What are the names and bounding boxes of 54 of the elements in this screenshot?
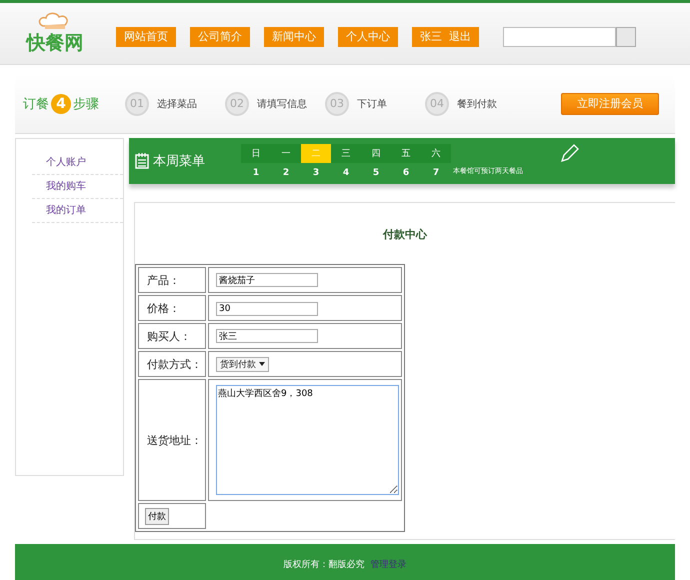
day-date: 1 — [252, 168, 260, 178]
search-field[interactable] — [503, 26, 616, 46]
nav-button[interactable]: 个人中心 — [338, 26, 398, 46]
search-button[interactable] — [616, 26, 636, 46]
step-label: 下订单 — [357, 98, 387, 110]
banner-title: 本周菜单 — [153, 153, 206, 170]
nav-button[interactable]: 张三 退出 — [412, 26, 479, 46]
day-tab[interactable]: 四 — [361, 144, 391, 163]
form-label: 产品： — [138, 267, 206, 293]
form-label: 送货地址： — [138, 379, 206, 501]
text-field[interactable]: 酱烧茄子 — [216, 273, 318, 288]
address-field[interactable]: 燕山大学西区舍9，308 — [216, 385, 399, 495]
text-field[interactable]: 张三 — [216, 329, 318, 344]
pencil-icon — [559, 144, 579, 164]
text-field[interactable]: 30 — [216, 302, 318, 316]
day-date: 4 — [342, 168, 350, 178]
day-tab[interactable]: 五 — [391, 144, 421, 163]
site-logo[interactable]: 快餐网 — [26, 30, 84, 56]
step-number: 01 — [125, 92, 149, 116]
sidebar-link[interactable]: 我的购车 — [32, 175, 123, 199]
notepad-icon — [135, 153, 149, 169]
step-number: 02 — [225, 92, 249, 116]
pay-button[interactable]: 付款 — [145, 508, 169, 524]
nav-button[interactable]: 公司简介 — [190, 26, 250, 46]
payment-title: 付款中心 — [382, 227, 428, 242]
copyright-text: 版权所有：翻版必究 — [284, 558, 364, 570]
step-label: 请填写信息 — [257, 98, 307, 110]
nav-button[interactable]: 网站首页 — [116, 26, 176, 46]
step-number: 04 — [425, 92, 449, 116]
payment-method-dropdown[interactable]: 货到付款 — [216, 356, 269, 372]
nav-button[interactable]: 新闻中心 — [264, 26, 324, 46]
step-label: 选择菜品 — [157, 98, 197, 110]
day-date: 2 — [282, 168, 290, 178]
day-tab[interactable]: 一 — [271, 144, 301, 163]
day-date: 6 — [402, 168, 410, 178]
day-date: 5 — [372, 168, 380, 178]
step-count-badge: 4 — [51, 94, 71, 114]
admin-login-link[interactable]: 管理登录 — [370, 558, 406, 570]
day-date: 7 — [432, 168, 440, 178]
form-label: 价格： — [138, 295, 206, 321]
register-button[interactable]: 立即注册会员 — [561, 92, 659, 114]
step-label: 餐到付款 — [457, 98, 497, 110]
day-tab[interactable]: 六 — [421, 144, 451, 163]
steps-title: 步骤 — [73, 96, 99, 112]
steps-title: 订餐 — [23, 96, 49, 112]
form-label: 付款方式： — [138, 351, 206, 377]
form-label: 购买人： — [138, 323, 206, 349]
day-tab[interactable]: 三 — [331, 144, 361, 163]
sidebar-link[interactable]: 个人账户 — [32, 151, 123, 175]
day-tab[interactable]: 日 — [241, 144, 271, 163]
step-number: 03 — [325, 92, 349, 116]
caret-icon — [259, 362, 265, 366]
sidebar-link[interactable]: 我的订单 — [32, 199, 123, 223]
day-date: 3 — [312, 168, 320, 178]
